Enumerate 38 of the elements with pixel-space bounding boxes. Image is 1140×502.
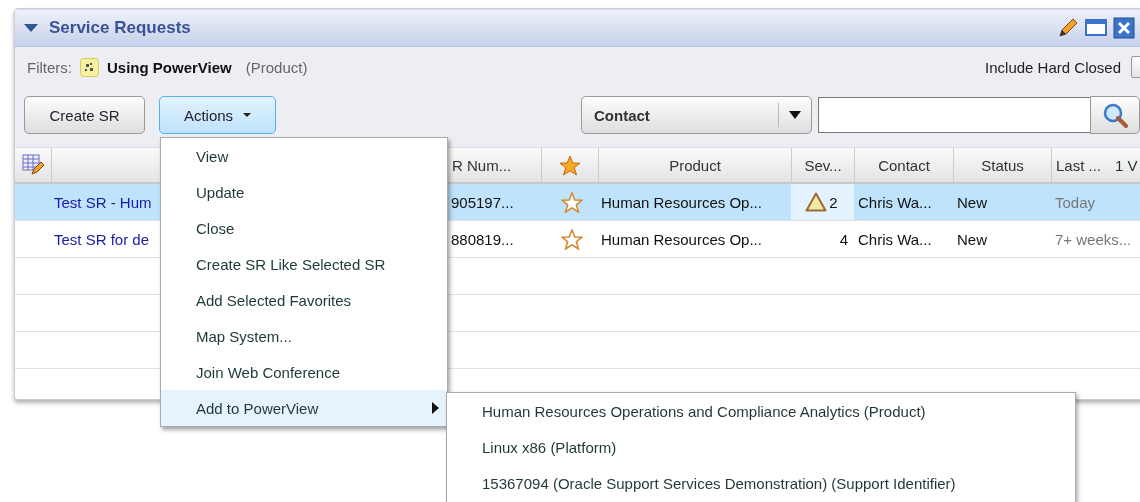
- filters-label: Filters:: [27, 58, 72, 76]
- search-by-dropdown[interactable]: Contact: [581, 96, 812, 134]
- checkbox-label: Include Hard Closed: [985, 58, 1121, 76]
- table-cell: New: [957, 230, 987, 248]
- table-cell: Human Resources Op...: [601, 230, 762, 248]
- create-button[interactable]: Create SR: [24, 96, 145, 134]
- menu-item[interactable]: Add Selected Favorites: [161, 282, 447, 318]
- column-header[interactable]: Last ...: [1056, 156, 1102, 174]
- table-cell: Chris Wa...: [858, 193, 932, 211]
- submenu-item[interactable]: 15367094 (Oracle Support Services Demonstration) (Support Identifier): [447, 465, 1075, 501]
- table-cell: Human Resources Op...: [601, 193, 762, 211]
- actions-button[interactable]: Actions: [159, 96, 276, 134]
- submenu-item[interactable]: Linux x86 (Platform): [447, 429, 1075, 465]
- column-header[interactable]: Product: [669, 156, 721, 174]
- filter-name: Using PowerView: [107, 58, 232, 76]
- table-cell: Today: [1055, 193, 1096, 211]
- menu-item[interactable]: Add to PowerView: [161, 390, 447, 426]
- column-header[interactable]: Status: [981, 156, 1024, 174]
- table-cell: Chris Wa...: [858, 230, 932, 248]
- column-header[interactable]: Sev...: [804, 156, 842, 174]
- sr-title-link[interactable]: Test SR - Hum: [54, 193, 152, 211]
- column-header[interactable]: Contact: [878, 156, 930, 174]
- table-cell: 7+ weeks...: [1055, 230, 1132, 248]
- table-cell: 905197...: [451, 193, 514, 211]
- column-header: 1 V: [1115, 156, 1138, 174]
- menu-item[interactable]: View: [161, 138, 447, 174]
- table-cell: 4: [839, 230, 848, 248]
- table-cell: 880819...: [451, 230, 514, 248]
- submenu-item[interactable]: Human Resources Operations and Compliance Analytics (Product): [447, 393, 1075, 429]
- sr-title-link[interactable]: Test SR for de: [54, 230, 150, 248]
- menu-item[interactable]: Create SR Like Selected SR: [161, 246, 447, 282]
- filter-type: (Product): [245, 58, 308, 76]
- table-cell: New: [957, 193, 987, 211]
- table-cell: 2: [829, 193, 838, 211]
- menu-item[interactable]: Join Web Conference: [161, 354, 447, 390]
- panel-title: Service Requests: [49, 18, 191, 38]
- column-header[interactable]: R Num...: [452, 156, 512, 174]
- menu-item[interactable]: Map System...: [161, 318, 447, 354]
